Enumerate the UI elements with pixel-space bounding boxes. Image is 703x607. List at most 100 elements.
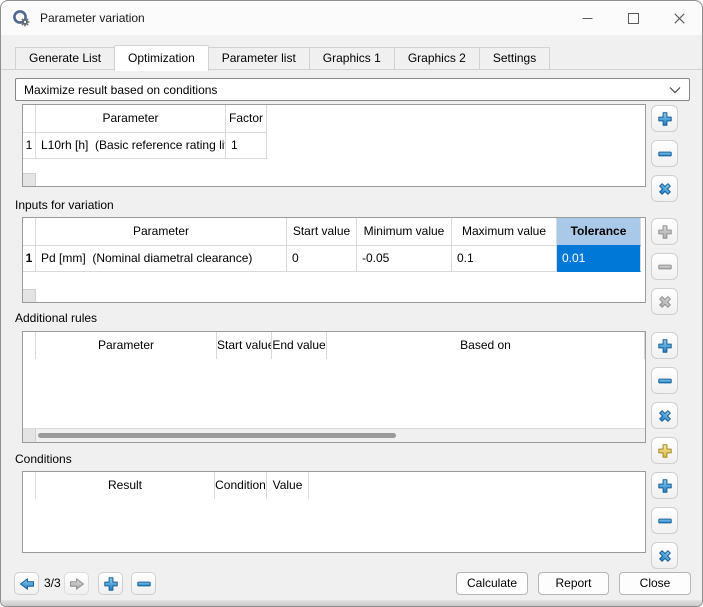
horizontal-scrollbar[interactable] xyxy=(23,428,645,442)
column-header-result[interactable]: Result xyxy=(36,472,215,499)
clear-parameters-button[interactable] xyxy=(651,175,678,202)
row-number-header[interactable] xyxy=(23,105,36,132)
minus-icon xyxy=(657,151,672,156)
row-number-header[interactable] xyxy=(23,218,36,245)
plus-icon xyxy=(657,111,672,126)
row-number-header[interactable] xyxy=(23,332,36,359)
chevron-down-icon xyxy=(669,86,681,94)
window-controls xyxy=(564,1,702,35)
rules-table: Parameter Start value End value Based on xyxy=(22,331,646,443)
conditions-buttons xyxy=(651,472,678,569)
parameter-variation-dialog: Parameter variation Generate List Optimi… xyxy=(0,0,703,607)
add-parameter-button[interactable] xyxy=(651,105,678,132)
tab-settings[interactable]: Settings xyxy=(478,47,551,69)
maximize-button[interactable] xyxy=(610,1,656,35)
add-condition-button[interactable] xyxy=(651,472,678,499)
optimization-mode-value: Maximize result based on conditions xyxy=(24,82,218,97)
objective-table: Parameter Factor 1 L10rh [h] (Basic refe… xyxy=(22,104,646,187)
remove-rule-button[interactable] xyxy=(651,367,678,394)
cross-delete-icon xyxy=(658,409,671,422)
scrollbar-thumb[interactable] xyxy=(38,433,396,438)
tab-optimization[interactable]: Optimization xyxy=(114,45,209,71)
close-window-button[interactable] xyxy=(656,1,702,35)
parameter-cell[interactable]: L10rh [h] (Basic reference rating life) xyxy=(36,132,226,159)
column-header-parameter[interactable]: Parameter xyxy=(36,105,226,132)
cross-delete-icon xyxy=(658,182,671,195)
remove-condition-button[interactable] xyxy=(651,507,678,534)
tab-parameter-list[interactable]: Parameter list xyxy=(207,47,310,69)
inputs-table: Parameter Start value Minimum value Maxi… xyxy=(22,217,646,303)
column-header-parameter[interactable]: Parameter xyxy=(36,332,217,359)
plus-icon xyxy=(657,338,672,353)
remove-page-button[interactable] xyxy=(131,572,156,595)
rules-section-label: Additional rules xyxy=(15,311,98,325)
add-special-rule-button[interactable] xyxy=(651,437,678,464)
inputs-table-header: Parameter Start value Minimum value Maxi… xyxy=(23,218,645,245)
rules-buttons xyxy=(651,332,678,464)
next-button xyxy=(64,572,89,595)
clear-inputs-button xyxy=(651,288,678,315)
previous-button[interactable] xyxy=(14,572,39,595)
column-header-maximum-value[interactable]: Maximum value xyxy=(452,218,557,245)
table-corner xyxy=(23,289,36,302)
minimum-value-cell[interactable]: -0.05 xyxy=(357,245,452,272)
parameter-cell[interactable]: Pd [mm] (Nominal diametral clearance) xyxy=(36,245,287,272)
cross-delete-icon xyxy=(658,549,671,562)
row-number-cell[interactable]: 1 xyxy=(23,245,36,272)
clear-conditions-button[interactable] xyxy=(651,542,678,569)
inputs-buttons xyxy=(651,218,678,315)
column-header-start-value[interactable]: Start value xyxy=(287,218,357,245)
column-header-end-value[interactable]: End value xyxy=(272,332,327,359)
row-number-cell[interactable]: 1 xyxy=(23,132,36,159)
plus-icon xyxy=(103,576,118,591)
cross-delete-icon xyxy=(658,295,671,308)
column-header-factor[interactable]: Factor xyxy=(226,105,267,132)
column-header-value[interactable]: Value xyxy=(267,472,309,499)
maximum-value-cell[interactable]: 0.1 xyxy=(452,245,557,272)
column-header-tolerance[interactable]: Tolerance xyxy=(557,218,641,245)
page-indicator: 3/3 xyxy=(44,576,61,590)
close-button[interactable]: Close xyxy=(619,572,691,595)
add-input-button xyxy=(651,218,678,245)
objective-table-header: Parameter Factor xyxy=(23,105,645,132)
conditions-section-label: Conditions xyxy=(15,452,72,466)
conditions-table-header: Result Condition Value xyxy=(23,472,645,499)
report-button[interactable]: Report xyxy=(538,572,609,595)
window-title: Parameter variation xyxy=(40,11,145,25)
plus-icon xyxy=(657,478,672,493)
minus-icon xyxy=(657,518,672,523)
start-value-cell[interactable]: 0 xyxy=(287,245,357,272)
plus-icon xyxy=(657,224,672,239)
row-number-header[interactable] xyxy=(23,472,36,499)
remove-parameter-button[interactable] xyxy=(651,140,678,167)
column-header-minimum-value[interactable]: Minimum value xyxy=(357,218,452,245)
minimize-icon xyxy=(582,17,592,19)
tab-graphics-1[interactable]: Graphics 1 xyxy=(308,47,395,69)
close-icon xyxy=(673,12,685,24)
minimize-button[interactable] xyxy=(564,1,610,35)
calculate-button[interactable]: Calculate xyxy=(456,572,528,595)
add-rule-button[interactable] xyxy=(651,332,678,359)
column-header-condition[interactable]: Condition xyxy=(215,472,267,499)
app-bearing-gear-icon xyxy=(12,9,31,28)
tab-generate-list[interactable]: Generate List xyxy=(15,47,116,69)
plus-yellow-icon xyxy=(657,443,672,458)
clear-rules-button[interactable] xyxy=(651,402,678,429)
column-header-based-on[interactable]: Based on xyxy=(327,332,645,359)
arrow-left-icon xyxy=(19,577,34,590)
conditions-table: Result Condition Value xyxy=(22,471,646,553)
factor-cell[interactable]: 1 xyxy=(226,132,267,159)
scrollbar-corner xyxy=(23,429,36,442)
table-corner xyxy=(23,173,36,186)
minus-icon xyxy=(657,264,672,269)
column-header-parameter[interactable]: Parameter xyxy=(36,218,287,245)
tab-graphics-2[interactable]: Graphics 2 xyxy=(393,47,480,69)
optimization-mode-select[interactable]: Maximize result based on conditions xyxy=(15,78,690,101)
title-bar: Parameter variation xyxy=(1,1,702,35)
column-header-start-value[interactable]: Start value xyxy=(217,332,272,359)
table-row: 1 L10rh [h] (Basic reference rating life… xyxy=(23,132,645,159)
table-row: 1 Pd [mm] (Nominal diametral clearance) … xyxy=(23,245,645,272)
tolerance-cell-selected[interactable]: 0.01 xyxy=(557,245,641,272)
add-page-button[interactable] xyxy=(98,572,123,595)
window-bottom-edge xyxy=(1,600,702,606)
